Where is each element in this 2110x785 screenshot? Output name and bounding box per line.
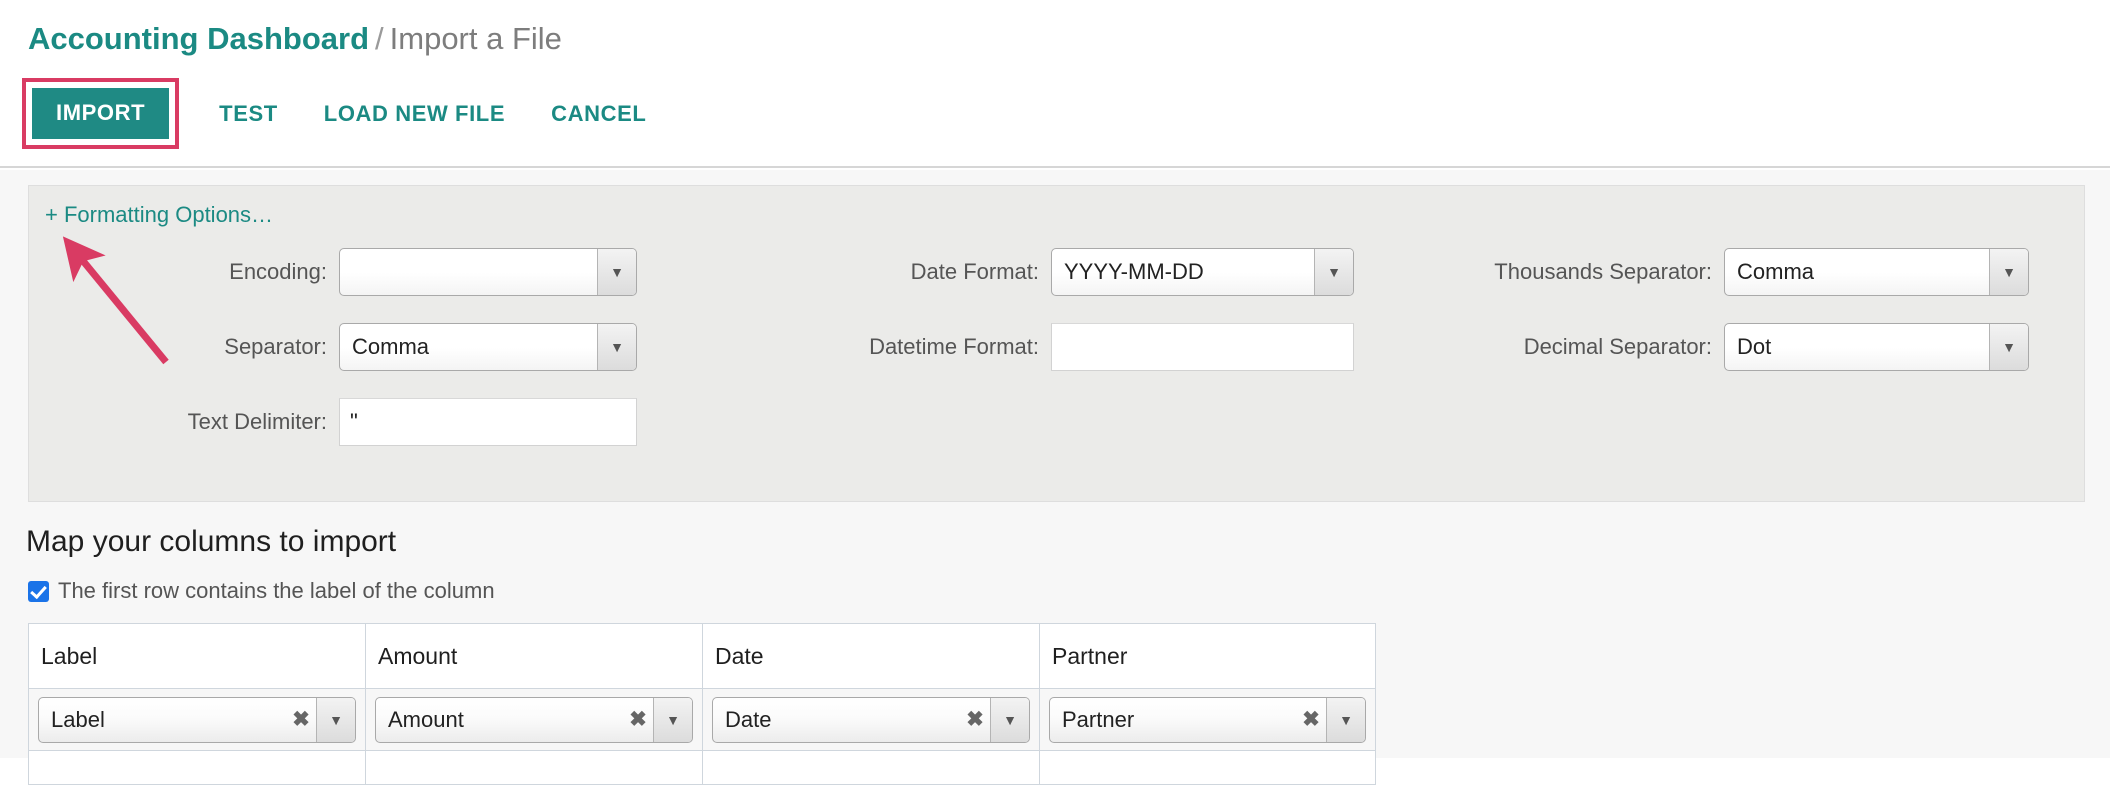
data-preview-cell [1039, 751, 1376, 785]
formatting-options-panel: + Formatting Options… Encoding: ▼ Separa… [28, 185, 2085, 502]
data-preview-cell [28, 751, 365, 785]
cancel-button[interactable]: CANCEL [545, 93, 652, 135]
separator-select[interactable]: Comma ▼ [339, 323, 637, 371]
field-mapping-select[interactable]: Date ✖ ▼ [712, 696, 1030, 743]
date-format-select-value: YYYY-MM-DD [1064, 259, 1204, 284]
field-mapping-select[interactable]: Amount ✖ ▼ [375, 696, 693, 743]
chevron-down-icon[interactable]: ▼ [1314, 249, 1353, 295]
separator-label: Separator: [224, 334, 327, 359]
breadcrumb-separator: / [375, 21, 384, 56]
date-format-label: Date Format: [910, 259, 1039, 284]
formatting-column-middle: Date Format: YYYY-MM-DD ▼ Datetime Forma… [689, 244, 1389, 394]
data-preview-cell [365, 751, 702, 785]
encoding-select[interactable]: ▼ [339, 248, 637, 296]
clear-icon[interactable]: ✖ [1296, 707, 1326, 732]
chevron-down-icon[interactable]: ▼ [1326, 697, 1365, 742]
formatting-column-left: Encoding: ▼ Separator: Comma ▼ Text Deli… [29, 244, 649, 469]
table-row [28, 751, 1376, 785]
thousands-separator-select-value: Comma [1737, 259, 1815, 284]
page-body: + Formatting Options… Encoding: ▼ Separa… [0, 170, 2110, 785]
text-delimiter-label: Text Delimiter: [187, 409, 327, 434]
decimal-separator-label: Decimal Separator: [1523, 334, 1712, 359]
chevron-down-icon[interactable]: ▼ [990, 697, 1029, 742]
test-button[interactable]: TEST [213, 93, 284, 135]
mapping-cell: Partner ✖ ▼ [1039, 689, 1376, 751]
decimal-separator-select-value: Dot [1737, 334, 1772, 359]
first-row-checkbox[interactable] [28, 580, 49, 602]
decimal-separator-select[interactable]: Dot ▼ [1724, 323, 2029, 371]
column-header-cell: Date [702, 623, 1039, 689]
clear-icon[interactable]: ✖ [960, 707, 990, 732]
mapping-cell: Amount ✖ ▼ [365, 689, 702, 751]
field-mapping-value: Label [51, 706, 105, 732]
load-new-file-button[interactable]: LOAD NEW FILE [318, 93, 511, 135]
column-mapping-table: Label Amount Date Partner Label ✖ ▼ Amou… [28, 623, 1376, 785]
chevron-down-icon[interactable]: ▼ [653, 697, 692, 742]
datetime-format-row: Datetime Format: [689, 319, 1389, 375]
thousands-separator-select[interactable]: Comma ▼ [1724, 248, 2029, 296]
field-mapping-value: Partner [1062, 706, 1135, 732]
breadcrumb-current: Import a File [389, 21, 562, 56]
separator-select-value: Comma [352, 334, 430, 359]
import-button-highlight: IMPORT [22, 78, 180, 149]
thousands-separator-label: Thousands Separator: [1494, 259, 1712, 284]
table-header-row: Label Amount Date Partner [28, 623, 1376, 689]
field-mapping-value: Date [725, 706, 772, 732]
datetime-format-input[interactable] [1051, 323, 1354, 371]
page-header: Accounting Dashboard / Import a File IMPOR… [0, 0, 2110, 168]
chevron-down-icon[interactable]: ▼ [597, 324, 636, 370]
chevron-down-icon[interactable]: ▼ [1989, 324, 2028, 370]
clear-icon[interactable]: ✖ [286, 707, 316, 732]
chevron-down-icon[interactable]: ▼ [1989, 249, 2028, 295]
mapping-cell: Date ✖ ▼ [702, 689, 1039, 751]
formatting-column-right: Thousands Separator: Comma ▼ Decimal Sep… [1394, 244, 2084, 394]
decimal-separator-row: Decimal Separator: Dot ▼ [1394, 319, 2084, 375]
data-preview-cell [702, 751, 1039, 785]
separator-row: Separator: Comma ▼ [29, 319, 649, 375]
column-header-cell: Label [28, 623, 365, 689]
chevron-down-icon[interactable]: ▼ [316, 697, 355, 742]
breadcrumb: Accounting Dashboard / Import a File [28, 19, 562, 59]
first-row-checkbox-group[interactable]: The first row contains the label of the … [28, 578, 495, 604]
chevron-down-icon[interactable]: ▼ [597, 249, 636, 295]
field-mapping-value: Amount [388, 706, 464, 732]
field-mapping-select[interactable]: Label ✖ ▼ [38, 696, 356, 743]
map-columns-title: Map your columns to import [26, 525, 397, 558]
text-delimiter-row: Text Delimiter: [29, 394, 649, 450]
first-row-checkbox-label: The first row contains the label of the … [58, 578, 495, 603]
formatting-options-toggle[interactable]: + Formatting Options… [45, 202, 273, 228]
action-toolbar: IMPORT TEST LOAD NEW FILE CANCEL [22, 78, 652, 149]
encoding-row: Encoding: ▼ [29, 244, 649, 300]
column-header-cell: Partner [1039, 623, 1376, 689]
table-row: Label ✖ ▼ Amount ✖ ▼ Date ✖ ▼ Partner ✖ … [28, 689, 1376, 751]
column-header-cell: Amount [365, 623, 702, 689]
encoding-label: Encoding: [229, 259, 327, 284]
date-format-row: Date Format: YYYY-MM-DD ▼ [689, 244, 1389, 300]
import-button[interactable]: IMPORT [32, 88, 170, 139]
breadcrumb-parent-link[interactable]: Accounting Dashboard [28, 21, 369, 56]
field-mapping-select[interactable]: Partner ✖ ▼ [1049, 696, 1366, 743]
thousands-separator-row: Thousands Separator: Comma ▼ [1394, 244, 2084, 300]
clear-icon[interactable]: ✖ [623, 707, 653, 732]
text-delimiter-input[interactable] [339, 398, 637, 446]
datetime-format-label: Datetime Format: [869, 334, 1039, 359]
mapping-cell: Label ✖ ▼ [28, 689, 365, 751]
date-format-select[interactable]: YYYY-MM-DD ▼ [1051, 248, 1354, 296]
